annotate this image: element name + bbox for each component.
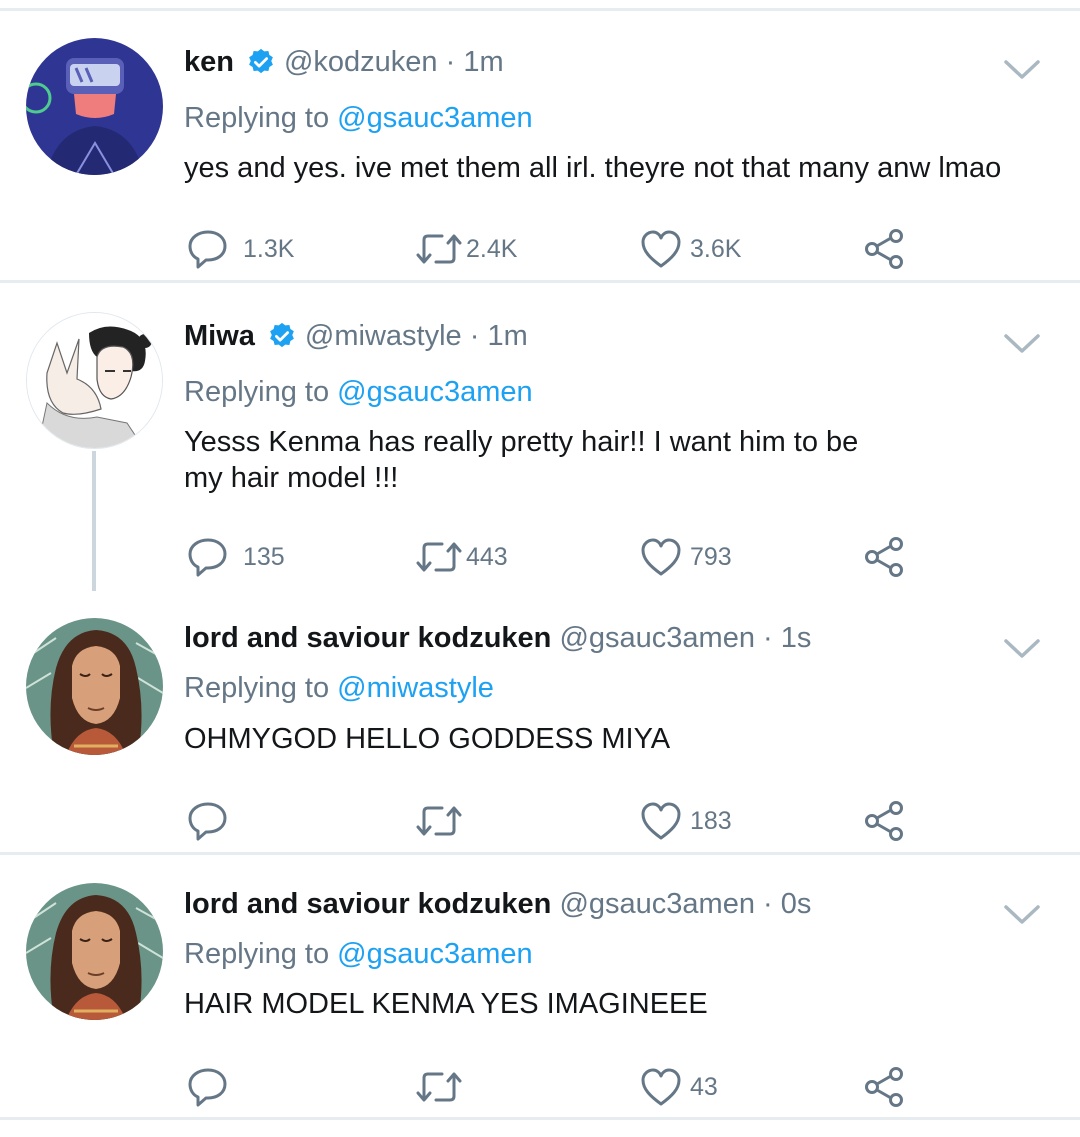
reply-button[interactable]	[187, 800, 229, 842]
like-icon	[640, 1066, 682, 1108]
author-name[interactable]: lord and saviour kodzuken	[184, 888, 551, 920]
author-handle[interactable]: @miwastyle	[305, 320, 462, 352]
separator-dot: ·	[754, 622, 781, 654]
retweet-button[interactable]: 443	[414, 536, 508, 578]
reply-count: 1.3K	[243, 234, 295, 263]
tweet-ken[interactable]: ken @kodzuken · 1m Replying to @gsauc3ame…	[0, 0, 1080, 280]
retweet-count: 443	[466, 542, 508, 571]
tweet-header: ken @kodzuken · 1m	[184, 42, 504, 82]
share-icon	[863, 536, 905, 578]
author-name[interactable]: lord and saviour kodzuken	[184, 622, 551, 654]
author-name[interactable]: ken	[184, 46, 234, 78]
avatar[interactable]	[26, 883, 163, 1020]
retweet-icon	[414, 1066, 464, 1108]
like-count: 43	[690, 1072, 718, 1101]
share-button[interactable]	[863, 800, 905, 842]
like-icon	[640, 800, 682, 842]
verified-badge-icon	[267, 321, 297, 351]
reply-button[interactable]: 135	[187, 536, 285, 578]
retweet-button[interactable]	[414, 800, 464, 842]
timestamp[interactable]: 0s	[781, 888, 812, 920]
author-handle[interactable]: @gsauc3amen	[559, 622, 755, 654]
share-button[interactable]	[863, 228, 905, 270]
separator-dot: ·	[437, 46, 464, 78]
chevron-down-icon[interactable]	[1003, 58, 1041, 82]
tweet-header: lord and saviour kodzuken @gsauc3amen · …	[184, 618, 811, 658]
tweet-text: Yesss Kenma has really pretty hair!! I w…	[184, 424, 1024, 496]
like-button[interactable]: 43	[640, 1066, 718, 1108]
retweet-icon	[414, 800, 464, 842]
mention-link[interactable]: @gsauc3amen	[337, 102, 533, 134]
timestamp[interactable]: 1s	[781, 622, 812, 654]
avatar[interactable]	[26, 618, 163, 755]
tweet-header: lord and saviour kodzuken @gsauc3amen · …	[184, 884, 811, 924]
mention-link[interactable]: @miwastyle	[337, 672, 494, 704]
avatar[interactable]	[26, 38, 163, 175]
replying-to-prefix: Replying to	[184, 102, 338, 134]
like-count: 3.6K	[690, 234, 742, 263]
like-count: 183	[690, 806, 732, 835]
mention-link[interactable]: @gsauc3amen	[337, 376, 533, 408]
replying-to: Replying to @gsauc3amen	[184, 372, 533, 412]
reply-button[interactable]: 1.3K	[187, 228, 294, 270]
timestamp[interactable]: 1m	[487, 320, 527, 352]
retweet-count: 2.4K	[466, 234, 518, 263]
replying-to: Replying to @gsauc3amen	[184, 98, 533, 138]
share-icon	[863, 228, 905, 270]
chevron-down-icon[interactable]	[1003, 903, 1041, 927]
retweet-button[interactable]: 2.4K	[414, 228, 517, 270]
chevron-down-icon[interactable]	[1003, 332, 1041, 356]
tweet-miwa[interactable]: Miwa @miwastyle · 1m Replying to @gsauc3a…	[0, 283, 1080, 603]
share-button[interactable]	[863, 536, 905, 578]
reply-icon	[187, 228, 229, 270]
replying-to-prefix: Replying to	[184, 672, 338, 704]
mention-link[interactable]: @gsauc3amen	[337, 938, 533, 970]
reply-button[interactable]	[187, 1066, 229, 1108]
thread-line	[92, 451, 96, 591]
author-handle[interactable]: @kodzuken	[284, 46, 438, 78]
reply-icon	[187, 1066, 229, 1108]
reply-icon	[187, 800, 229, 842]
replying-to-prefix: Replying to	[184, 376, 338, 408]
replying-to: Replying to @miwastyle	[184, 668, 494, 708]
avatar[interactable]	[26, 312, 163, 449]
reply-count: 135	[243, 542, 285, 571]
retweet-icon	[414, 228, 464, 270]
like-icon	[640, 228, 682, 270]
retweet-button[interactable]	[414, 1066, 464, 1108]
reply-icon	[187, 536, 229, 578]
verified-badge-icon	[246, 47, 276, 77]
like-icon	[640, 536, 682, 578]
author-handle[interactable]: @gsauc3amen	[559, 888, 755, 920]
replying-to-prefix: Replying to	[184, 938, 338, 970]
separator-dot: ·	[754, 888, 781, 920]
share-icon	[863, 1066, 905, 1108]
share-button[interactable]	[863, 1066, 905, 1108]
like-count: 793	[690, 542, 732, 571]
timestamp[interactable]: 1m	[463, 46, 503, 78]
chevron-down-icon[interactable]	[1003, 637, 1041, 661]
tweet-text-line: Yesss Kenma has really pretty hair!! I w…	[184, 426, 859, 458]
tweet-text: yes and yes. ive met them all irl. theyr…	[184, 152, 1002, 184]
replying-to: Replying to @gsauc3amen	[184, 934, 533, 974]
tweet-header: Miwa @miwastyle · 1m	[184, 316, 528, 356]
tweet-text: HAIR MODEL KENMA YES IMAGINEEE	[184, 988, 708, 1020]
like-button[interactable]: 793	[640, 536, 732, 578]
separator-dot: ·	[461, 320, 488, 352]
retweet-icon	[414, 536, 464, 578]
like-button[interactable]: 183	[640, 800, 732, 842]
tweet-text-line: my hair model !!!	[184, 462, 399, 494]
like-button[interactable]: 3.6K	[640, 228, 741, 270]
tweet-text: OHMYGOD HELLO GODDESS MIYA	[184, 723, 671, 755]
divider	[0, 1117, 1080, 1120]
tweet-gsauc3amen-reply[interactable]: lord and saviour kodzuken @gsauc3amen · …	[0, 603, 1080, 853]
tweet-gsauc3amen[interactable]: lord and saviour kodzuken @gsauc3amen · …	[0, 855, 1080, 1115]
author-name[interactable]: Miwa	[184, 320, 255, 352]
share-icon	[863, 800, 905, 842]
